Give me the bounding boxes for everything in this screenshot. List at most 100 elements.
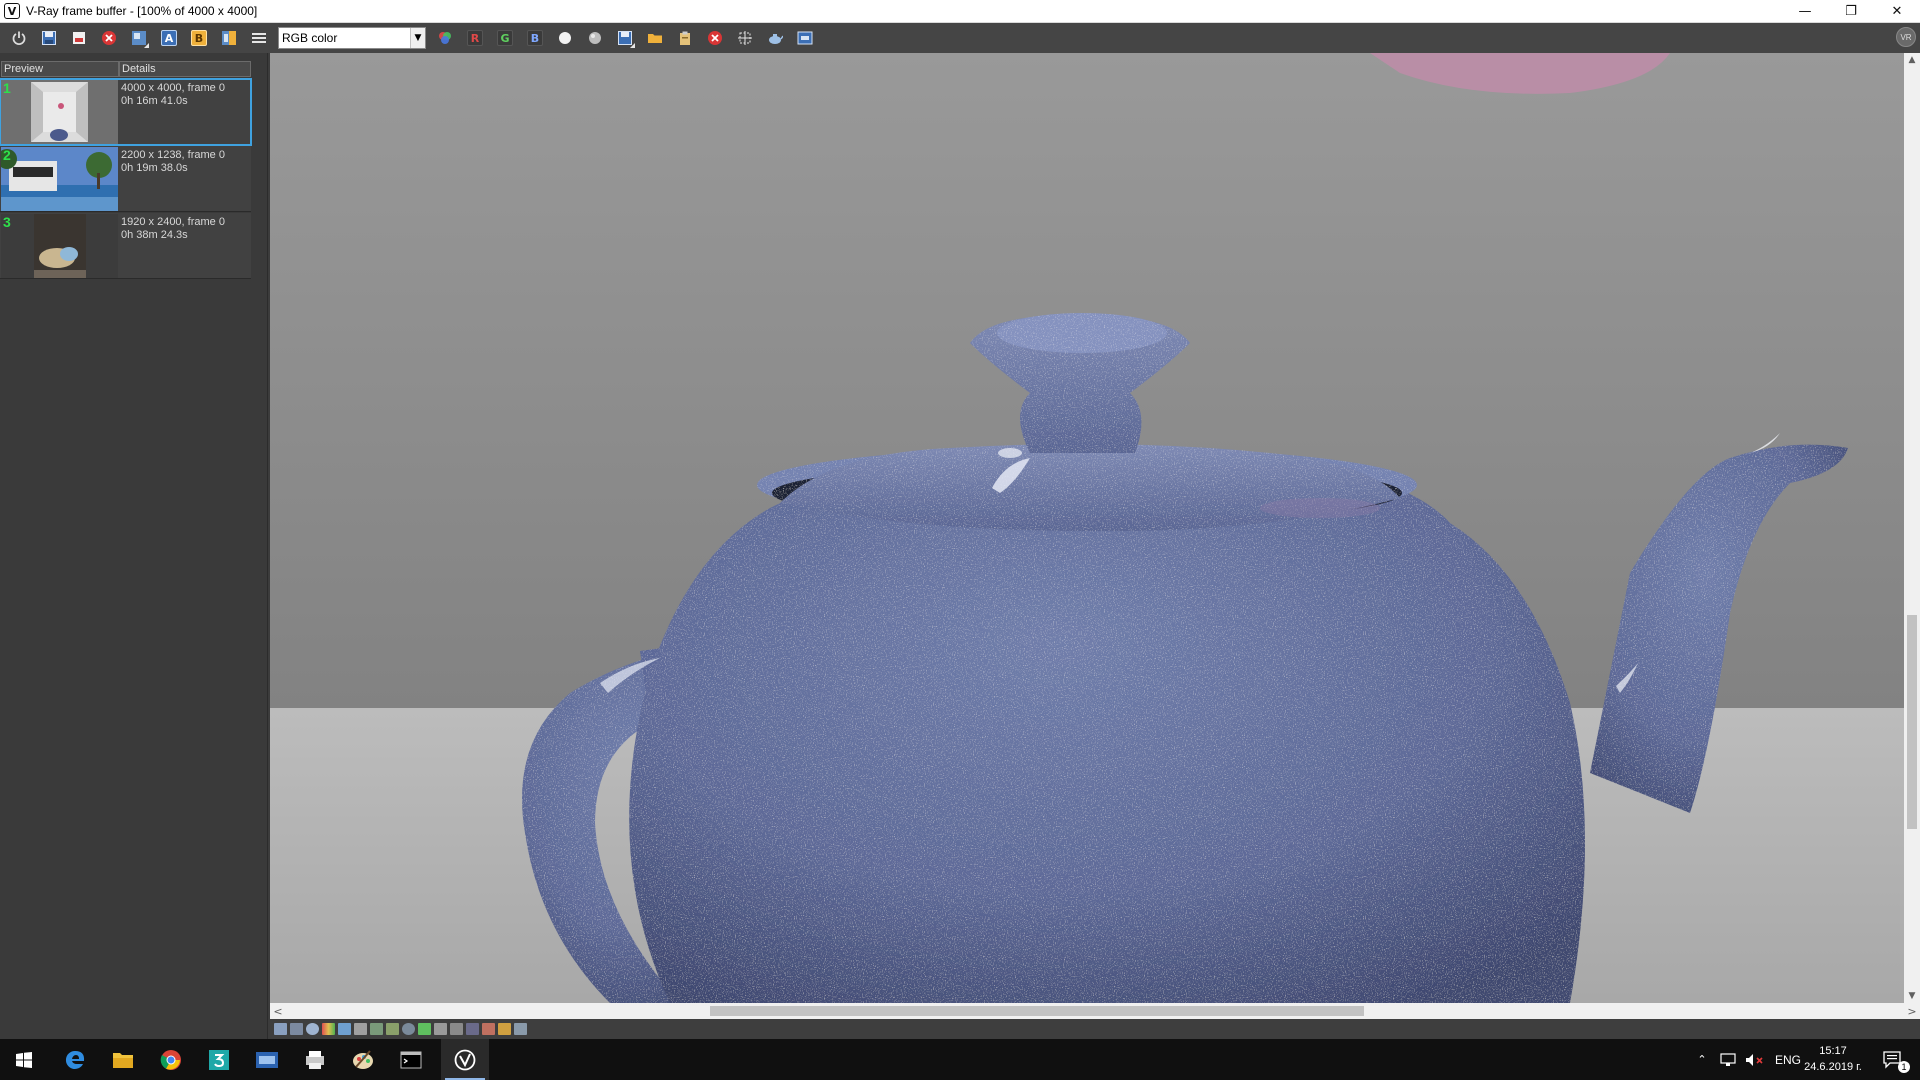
volume-muted-icon[interactable] — [1745, 1053, 1765, 1067]
clock[interactable]: 15:17 24.6.2019 г. — [1798, 1043, 1868, 1075]
curves-icon[interactable] — [354, 1023, 367, 1035]
taskbar-3ds-max[interactable] — [195, 1039, 243, 1080]
info-icon[interactable] — [306, 1023, 319, 1035]
folder-icon — [113, 1052, 133, 1068]
column-details[interactable]: Details — [119, 61, 251, 77]
folder-icon — [648, 34, 662, 43]
taskbar-chrome[interactable] — [147, 1039, 195, 1080]
icc-icon[interactable] — [450, 1023, 463, 1035]
set-a-button[interactable] — [126, 25, 152, 51]
ab-compare-button[interactable] — [216, 25, 242, 51]
3ds-max-icon — [209, 1049, 229, 1070]
restore-button[interactable]: ❐ — [1828, 0, 1874, 23]
select-b-button[interactable]: B — [186, 25, 212, 51]
history-resolution: 1920 x 2400, frame 0 — [121, 216, 225, 228]
channel-select[interactable]: RGB color ▼ — [278, 27, 426, 49]
scroll-right-button[interactable]: > — [1904, 1003, 1920, 1019]
vertical-scrollbar[interactable]: ▲ ▼ — [1904, 53, 1920, 1003]
history-render-time: 0h 19m 38.0s — [121, 162, 188, 174]
region-render-button[interactable] — [732, 25, 758, 51]
history-resolution: 2200 x 1238, frame 0 — [121, 149, 225, 161]
taskbar-file-explorer[interactable] — [99, 1039, 147, 1080]
taskbar-vfb[interactable] — [243, 1039, 291, 1080]
compare-icon[interactable] — [498, 1023, 511, 1035]
horizontal-scroll-thumb[interactable] — [710, 1006, 1364, 1016]
taskbar-vray[interactable] — [441, 1039, 489, 1080]
red-channel-button[interactable]: R — [462, 25, 488, 51]
histogram-icon[interactable] — [370, 1023, 383, 1035]
minimize-button[interactable]: — — [1782, 0, 1828, 23]
select-a-button[interactable]: A — [156, 25, 182, 51]
region-icon — [738, 31, 752, 45]
ocio-icon[interactable] — [434, 1023, 447, 1035]
history-item[interactable]: 3 1920 x 2400, frame 0 0h 38m 24.3s — [0, 213, 251, 279]
color-balance-icon[interactable] — [322, 1023, 335, 1035]
stop-render-button[interactable] — [702, 25, 728, 51]
terminal-icon — [400, 1051, 422, 1068]
toolbar: A B RGB color ▼ R G B — [0, 23, 1920, 53]
scroll-up-button[interactable]: ▲ — [1904, 53, 1920, 67]
color-channels-button[interactable] — [432, 25, 458, 51]
save-image-button[interactable] — [36, 25, 62, 51]
vfb-settings-button[interactable] — [792, 25, 818, 51]
edge-icon — [65, 1050, 85, 1069]
list-icon[interactable] — [290, 1023, 303, 1035]
history-render-time: 0h 16m 41.0s — [121, 95, 188, 107]
history-thumbnail: 3 — [1, 214, 118, 278]
vray-frame-buffer-window: V V-Ray frame buffer - [100% of 4000 x 4… — [0, 0, 1920, 1080]
lut-icon[interactable] — [386, 1023, 399, 1035]
copy-to-clipboard-button[interactable] — [672, 25, 698, 51]
channel-select-value: RGB color — [282, 31, 338, 45]
alpha-button[interactable] — [552, 25, 578, 51]
clear-image-button[interactable] — [96, 25, 122, 51]
column-preview[interactable]: Preview — [1, 61, 119, 77]
taskbar: ⌃ ENG 15:17 24.6.2019 г. 1 — [0, 1039, 1920, 1080]
scroll-down-button[interactable]: ▼ — [1904, 989, 1920, 1003]
letter-b-icon: B — [191, 30, 207, 46]
srgb-icon[interactable] — [418, 1023, 431, 1035]
corner-arrow-icon — [144, 43, 149, 48]
action-center-button[interactable]: 1 — [1866, 1039, 1920, 1080]
clipboard-icon — [680, 31, 690, 45]
exposure-icon[interactable] — [402, 1023, 415, 1035]
toggle-history-button[interactable] — [6, 25, 32, 51]
history-item[interactable]: 2 2200 x 1238, frame 0 0h 19m 38.0s — [0, 146, 251, 212]
plus-icon[interactable] — [514, 1023, 527, 1035]
monochrome-button[interactable] — [582, 25, 608, 51]
open-image-button[interactable] — [642, 25, 668, 51]
taskbar-app-7[interactable] — [339, 1039, 387, 1080]
vray-settings-icon[interactable]: VR — [1896, 27, 1916, 47]
rendered-image — [270, 53, 1904, 1003]
history-header: Preview Details — [1, 61, 251, 77]
taskbar-edge[interactable] — [51, 1039, 99, 1080]
h-icon[interactable] — [466, 1023, 479, 1035]
vray-logo-icon: V — [4, 3, 20, 19]
start-button[interactable] — [0, 1039, 48, 1080]
vfb-icon — [256, 1051, 278, 1068]
chevron-up-icon[interactable]: ⌃ — [1693, 1053, 1711, 1066]
history-item[interactable]: 1 4000 x 4000, frame 0 0h 16m 41.0s — [0, 78, 252, 146]
save-all-button[interactable] — [612, 25, 638, 51]
menu-button[interactable] — [246, 25, 272, 51]
levels-icon[interactable] — [338, 1023, 351, 1035]
flip-horizontal-icon[interactable] — [482, 1023, 495, 1035]
horizontal-scrollbar[interactable]: < > — [270, 1003, 1920, 1019]
power-icon — [12, 31, 26, 45]
scroll-left-button[interactable]: < — [270, 1003, 286, 1019]
clock-date: 24.6.2019 г. — [1804, 1061, 1862, 1073]
taskbar-command-prompt[interactable] — [387, 1039, 435, 1080]
color-corrections-toolbar — [270, 1019, 1920, 1039]
vertical-scroll-thumb[interactable] — [1907, 615, 1917, 829]
history-details: 2200 x 1238, frame 0 0h 19m 38.0s — [121, 149, 225, 175]
vray-logo-icon — [454, 1049, 476, 1070]
close-button[interactable]: ✕ — [1874, 0, 1920, 23]
green-channel-button[interactable]: G — [492, 25, 518, 51]
taskbar-app-6[interactable] — [291, 1039, 339, 1080]
history-thumbnail: 1 — [1, 80, 118, 144]
window-icon[interactable] — [274, 1023, 287, 1035]
blue-channel-button[interactable]: B — [522, 25, 548, 51]
load-image-button[interactable] — [66, 25, 92, 51]
render-last-button[interactable] — [762, 25, 788, 51]
render-viewport[interactable] — [270, 53, 1904, 1003]
network-icon[interactable] — [1719, 1052, 1737, 1067]
